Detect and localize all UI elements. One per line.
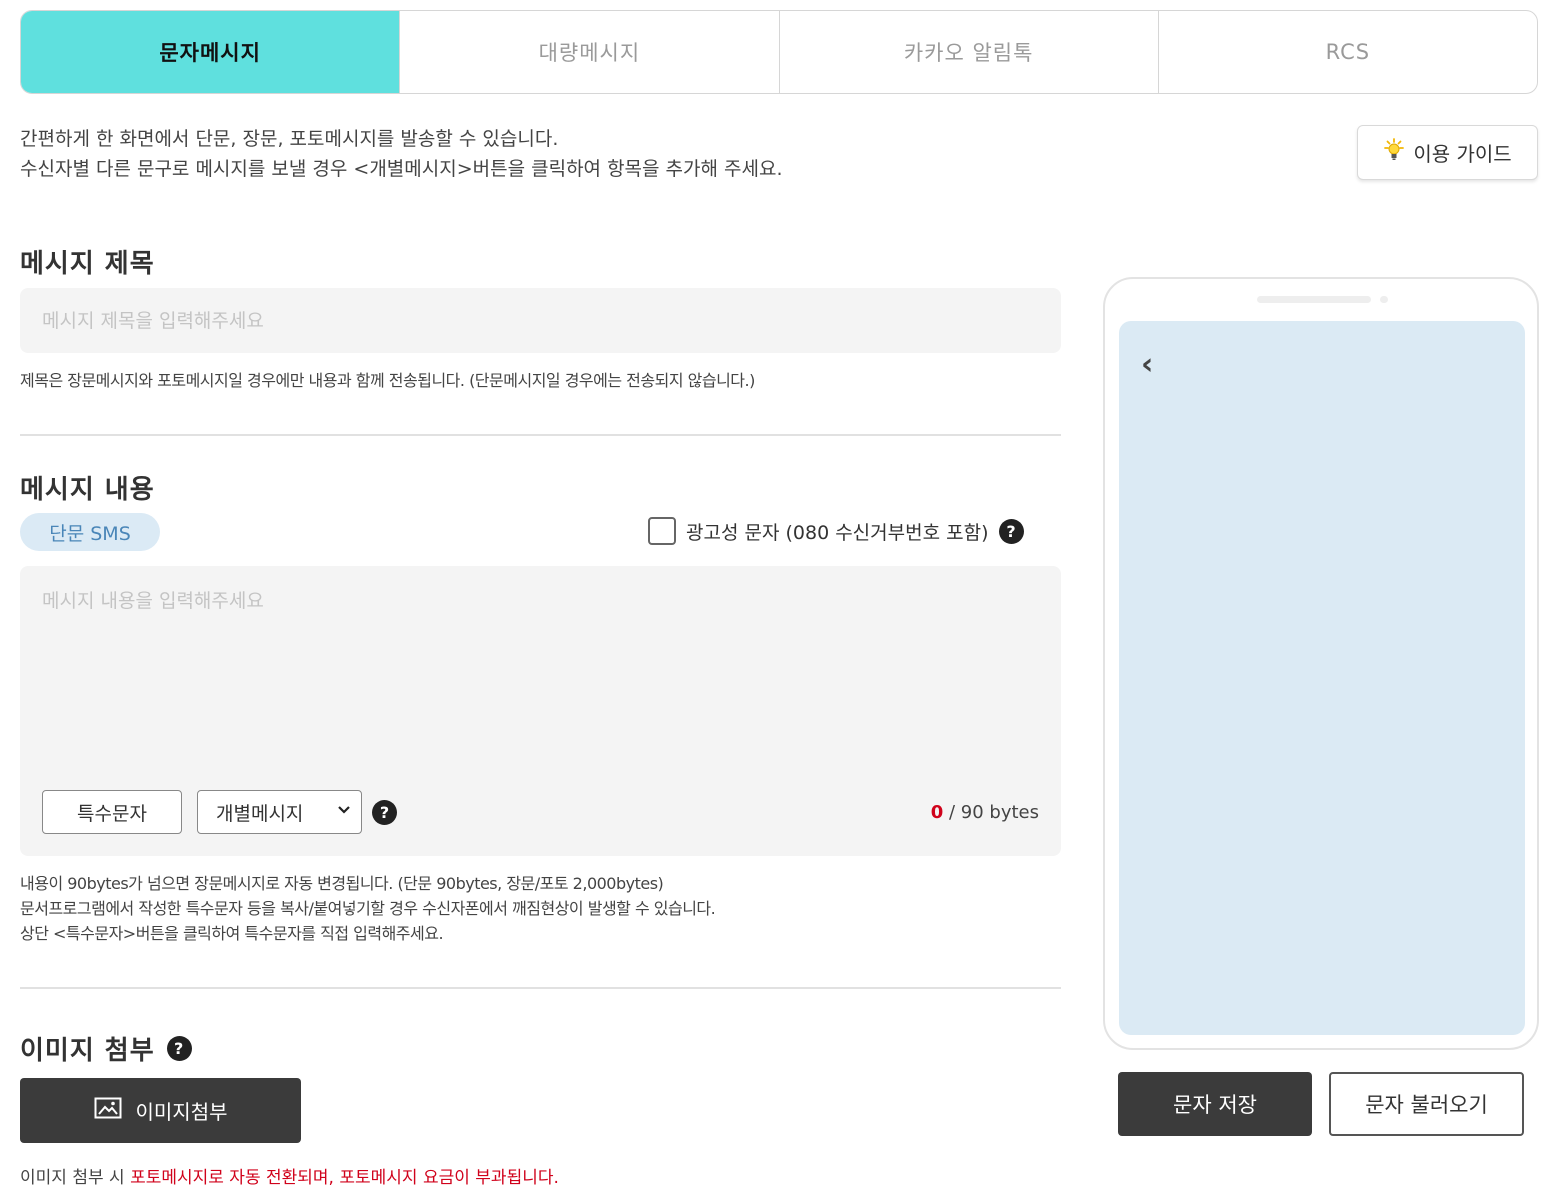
special-characters-button[interactable]: 특수문자 — [42, 790, 182, 834]
phone-preview: ‹ — [1103, 277, 1539, 1050]
individual-help-icon[interactable]: ? — [372, 800, 397, 825]
byte-count-current: 0 — [930, 802, 944, 823]
tab-bulk[interactable]: 대량메시지 — [399, 11, 778, 93]
divider-content — [20, 987, 1061, 989]
message-type-badge: 단문 SMS — [20, 513, 160, 551]
tab-kakao-alimtalk[interactable]: 카카오 알림톡 — [778, 11, 1158, 93]
image-note-prefix: 이미지 첨부 시 — [20, 1168, 131, 1188]
ad-message-option: 광고성 문자 (080 수신거부번호 포함) ? — [648, 517, 1024, 545]
chevron-down-icon — [337, 803, 351, 819]
load-message-button[interactable]: 문자 불러오기 — [1329, 1072, 1524, 1136]
ad-message-label: 광고성 문자 (080 수신거부번호 포함) — [686, 521, 989, 544]
intro-line-2: 수신자별 다른 문구로 메시지를 보낼 경우 <개별메시지>버튼을 클릭하여 항… — [20, 158, 783, 180]
image-attach-button[interactable]: 이미지첨부 — [20, 1078, 301, 1143]
individual-message-select[interactable]: 개별메시지 — [197, 790, 362, 834]
save-message-button[interactable]: 문자 저장 — [1118, 1072, 1312, 1136]
image-attach-note: 이미지 첨부 시 포토메시지로 자동 전환되며, 포토메시지 요금이 부과됩니다… — [20, 1163, 559, 1188]
ad-message-checkbox[interactable] — [648, 517, 676, 545]
intro-line-1: 간편하게 한 화면에서 단문, 장문, 포토메시지를 발송할 수 있습니다. — [20, 128, 559, 150]
preview-screen: ‹ — [1119, 321, 1525, 1035]
content-note-1: 내용이 90bytes가 넘으면 장문메시지로 자동 변경됩니다. (단문 90… — [20, 874, 664, 893]
content-note-2: 문서프로그램에서 작성한 특수문자 등을 복사/붙여넣기할 경우 수신자폰에서 … — [20, 899, 716, 918]
message-content-input[interactable] — [20, 566, 1061, 776]
divider-title — [20, 434, 1061, 436]
tab-rcs[interactable]: RCS — [1157, 11, 1537, 93]
image-attach-heading-row: 이미지 첨부 ? — [20, 1030, 192, 1067]
title-note: 제목은 장문메시지와 포토메시지일 경우에만 내용과 함께 전송됩니다. (단문… — [20, 371, 755, 390]
ad-help-icon[interactable]: ? — [998, 518, 1024, 544]
message-type-tabs: 문자메시지 대량메시지 카카오 알림톡 RCS — [20, 10, 1538, 94]
tab-sms[interactable]: 문자메시지 — [21, 11, 400, 93]
content-note-3: 상단 <특수문자>버튼을 클릭하여 특수문자를 직접 입력해주세요. — [20, 924, 444, 943]
usage-guide-label: 이용 가이드 — [1413, 142, 1512, 166]
individual-message-select-label: 개별메시지 — [216, 802, 304, 825]
image-help-icon[interactable]: ? — [166, 1036, 192, 1061]
intro-text: 간편하게 한 화면에서 단문, 장문, 포토메시지를 발송할 수 있습니다. 수… — [20, 124, 783, 184]
phone-speaker — [1257, 296, 1371, 303]
back-arrow-icon[interactable]: ‹ — [1141, 347, 1153, 382]
content-notes: 내용이 90bytes가 넘으면 장문메시지로 자동 변경됩니다. (단문 90… — [20, 871, 716, 946]
message-content-box: 특수문자 개별메시지 ? 0 / 90 bytes — [20, 566, 1061, 856]
byte-counter: 0 / 90 bytes — [931, 802, 1039, 823]
image-attach-label: 이미지첨부 — [135, 1100, 228, 1124]
message-content-heading: 메시지 내용 — [20, 475, 155, 505]
image-note-warning: 포토메시지로 자동 전환되며, 포토메시지 요금이 부과됩니다. — [130, 1168, 559, 1188]
byte-count-limit: / 90 bytes — [943, 802, 1039, 823]
message-title-heading: 메시지 제목 — [20, 249, 155, 279]
message-title-input[interactable] — [20, 288, 1061, 353]
image-icon — [94, 1097, 122, 1124]
lightbulb-icon — [1383, 138, 1405, 167]
image-attach-heading: 이미지 첨부 — [20, 1036, 155, 1066]
phone-camera — [1380, 296, 1388, 303]
usage-guide-button[interactable]: 이용 가이드 — [1357, 125, 1538, 180]
